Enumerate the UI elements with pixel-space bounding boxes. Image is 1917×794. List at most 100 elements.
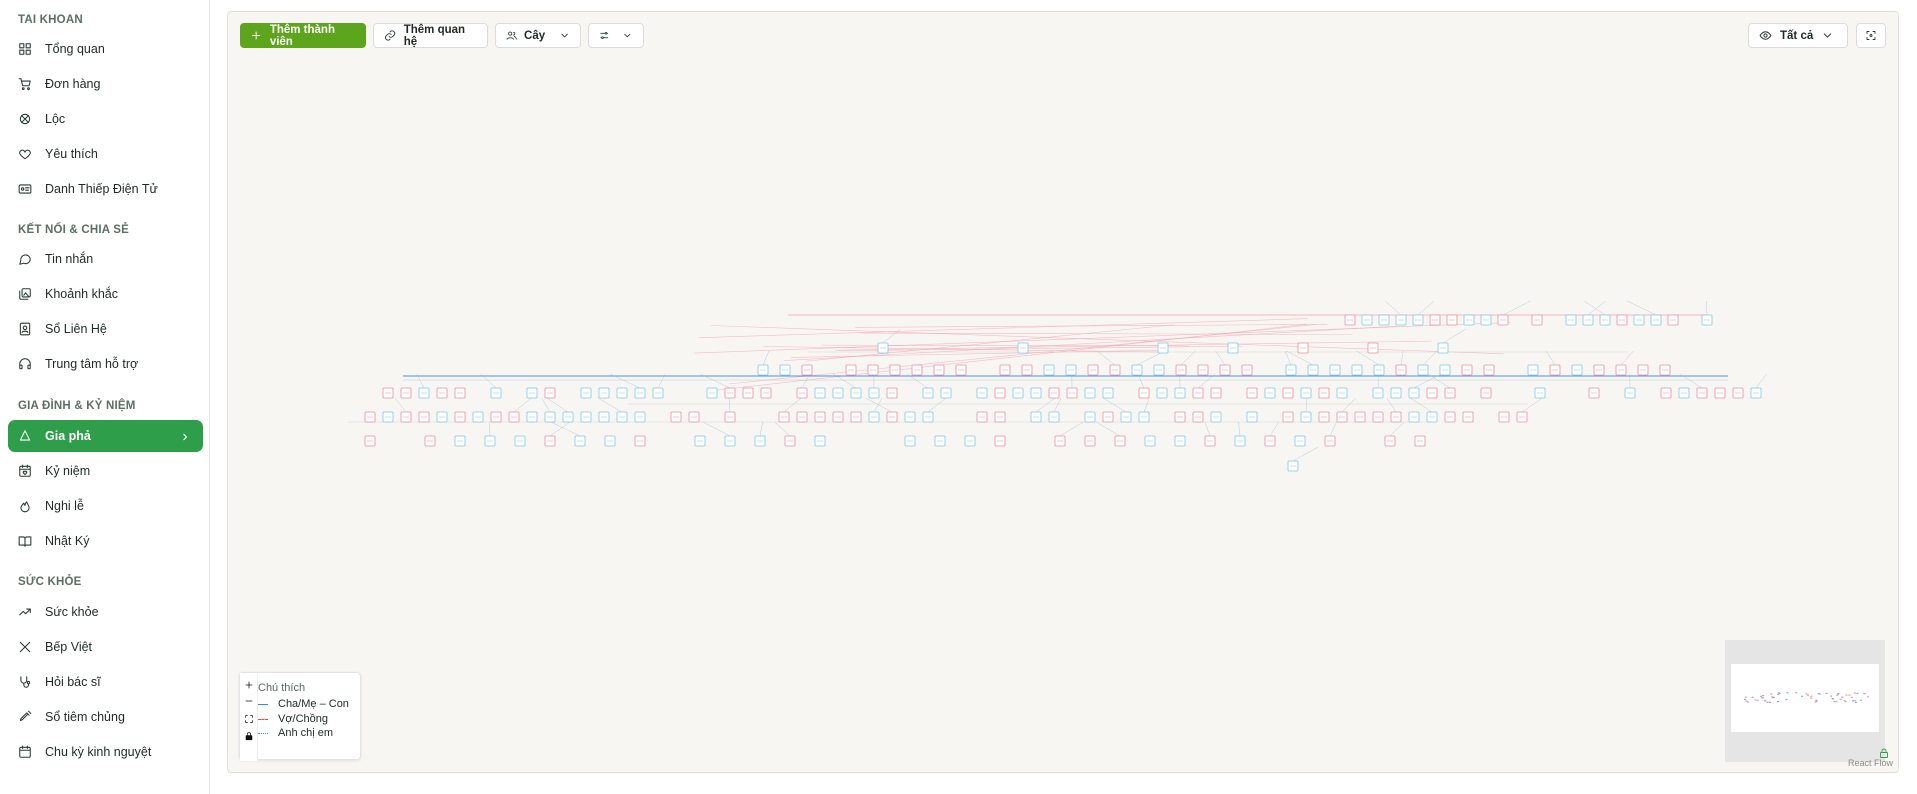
stethoscope-icon [18,675,32,689]
sidebar-item-label: Trung tâm hỗ trợ [45,357,139,371]
green-dotted-line-icon [258,732,268,734]
tree-edge [1096,350,1116,366]
sidebar-item-label: Lộc [45,112,66,126]
sidebar-item-diary[interactable]: Nhật Ký [8,525,203,557]
tree-edge [1035,397,1056,413]
sidebar-item-vaccination[interactable]: Sổ tiêm chủng [8,701,203,733]
id-card-icon [18,182,32,196]
zoom-controls [240,673,258,761]
sidebar-item-favorites[interactable]: Yêu thích [8,138,203,170]
minimap-node [1853,692,1856,694]
minimap-viewport[interactable] [1731,664,1879,732]
sidebar-item-cycle[interactable]: Chu kỳ kinh nguyệt [8,736,203,768]
tree-edge [1059,421,1084,437]
legend-parent-child-label: Cha/Mẹ – Con [278,698,349,710]
minimap-node [1841,696,1844,698]
tree-edge [1102,397,1127,413]
tree-edge [1341,397,1357,413]
tree-edge [759,421,763,437]
zoom-in-button[interactable] [243,679,255,691]
minimap-node [1852,700,1855,702]
sidebar-item-memories[interactable]: Kỷ niệm [8,455,203,487]
sidebar-item-label: Sổ Liên Hệ [45,322,107,336]
tree-icon [18,429,32,443]
sidebar-item-loc[interactable]: Lộc [8,103,203,135]
tree-edge [1238,421,1241,437]
sidebar-item-moments[interactable]: Khoảnh khắc [8,278,203,310]
blue-line-icon [258,703,268,705]
fit-screen-button[interactable] [243,713,255,725]
sidebar-item-support[interactable]: Trung tâm hỗ trợ [8,348,203,380]
tree-edge [1422,350,1438,366]
minimap-node [1743,698,1746,700]
minimap-node [1764,700,1767,702]
tree-edge [1620,350,1634,366]
sidebar-item-contacts[interactable]: Sổ Liên Hệ [8,313,203,345]
gallery-icon [18,287,32,301]
tree-edge [1385,300,1402,316]
lock-button[interactable] [243,730,255,742]
minimap-node [1786,692,1789,694]
tree-edge [1442,328,1466,344]
sidebar-item-ecard[interactable]: Danh Thiếp Điện Tử [8,173,203,205]
chevron-right-icon [179,430,191,442]
minimap-node [1754,699,1757,701]
tree-edge [1329,421,1337,437]
sidebar-item-kitchen[interactable]: Bếp Việt [8,631,203,663]
minimap-node [1745,700,1748,702]
minimap[interactable] [1725,640,1885,762]
tree-edge [1386,397,1397,413]
family-tree-canvas[interactable]: Thêm thành viên Thêm quan hệ Cây Tất cả … [227,11,1899,773]
sidebar-item-messages[interactable]: Tin nhắn [8,243,203,275]
tree-edge [1143,397,1150,413]
sidebar-item-ask-doctor[interactable]: Hỏi bác sĩ [8,666,203,698]
tree-edge [762,350,770,366]
sidebar-item-family-tree[interactable]: Gia phả [8,420,203,452]
lock-icon [245,732,253,741]
sidebar-item-health[interactable]: Sức khỏe [8,596,203,628]
react-flow-attribution[interactable]: React Flow [1848,758,1893,768]
tree-edge [1204,421,1211,437]
red-dashed-line-icon [258,718,268,720]
tree-edge [1180,350,1196,366]
tree-edge [1269,421,1279,437]
tree-edge [1587,300,1606,316]
sidebar-item-label: Bếp Việt [45,640,93,654]
legend-title: Chú thích [258,682,306,694]
minimap-node [1825,692,1828,694]
calendar-icon [18,745,32,759]
minimap-node [1760,695,1763,698]
sidebar-item-label: Nhật Ký [45,534,90,548]
trend-icon [18,605,32,619]
tree-edge [702,421,731,437]
lock-icon [1878,746,1890,758]
minimap-node [1833,701,1836,703]
sidebar-item-label: Kỷ niệm [45,464,91,478]
tree-edge [783,397,802,413]
minimap-node [1761,697,1764,699]
sidebar-item-label: Nghi lễ [45,499,84,513]
tree-edge [1215,350,1226,366]
flame-icon [18,499,32,513]
tree-edge [1417,300,1435,316]
syringe-icon [18,710,32,724]
minimap-node [1785,698,1788,701]
sidebar-item-label: Sổ tiêm chủng [45,710,125,724]
tree-edge [1627,300,1657,316]
tree-edge [1755,373,1767,389]
sidebar-item-overview[interactable]: Tổng quan [8,33,203,65]
zoom-out-button[interactable] [243,695,255,707]
tree-edge [1502,300,1531,316]
sidebar-item-label: Gia phả [45,429,91,443]
sidebar-item-label: Yêu thích [45,147,98,161]
minimap-node [1817,693,1820,695]
contacts-icon [18,322,32,336]
sidebar-item-orders[interactable]: Đơn hàng [8,68,203,100]
tree-nodes[interactable] [364,314,1762,472]
tree-edge [1400,350,1404,366]
tree-edge [865,397,893,413]
minimap-node [1843,700,1846,702]
sidebar-item-rituals[interactable]: Nghi lễ [8,490,203,522]
minimap-node [1837,693,1840,695]
calendar-heart-icon [18,464,32,478]
